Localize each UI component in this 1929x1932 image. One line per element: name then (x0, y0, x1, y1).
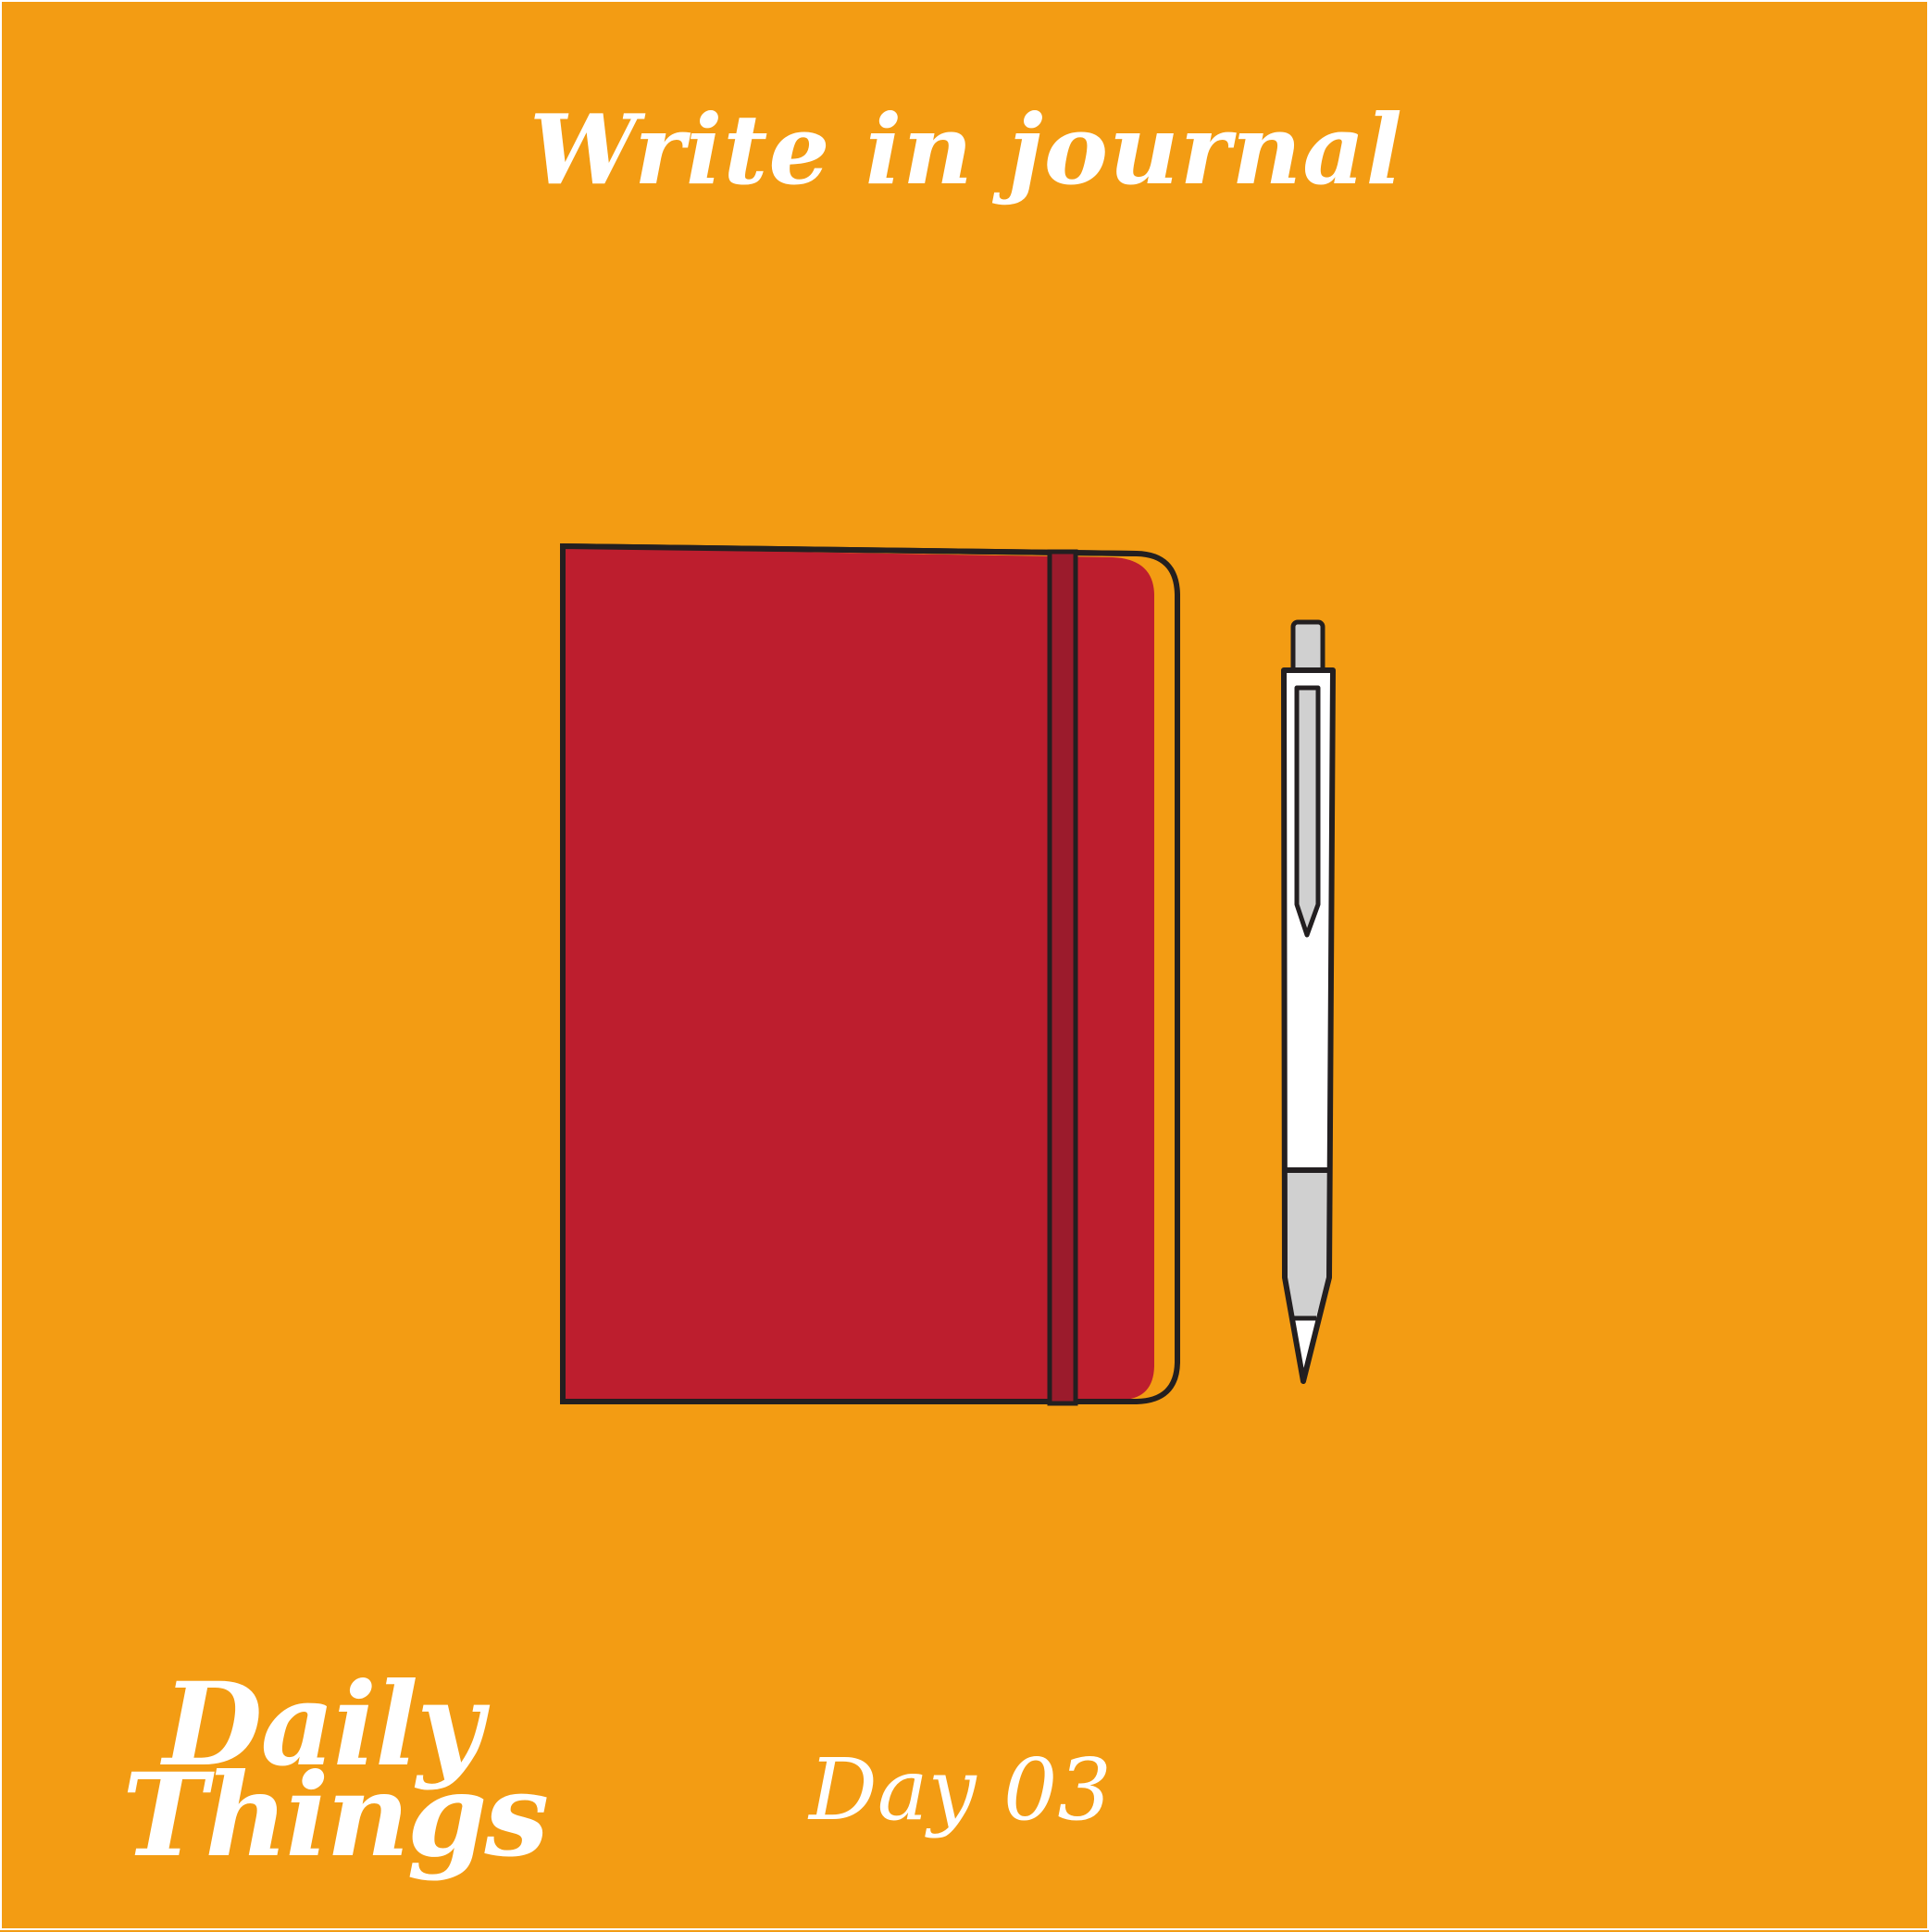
daily-things-logo: Daily Things (111, 1668, 549, 1881)
poster-canvas: Write in journal Daily Things Day 03 (0, 0, 1929, 1930)
pen-icon (1281, 619, 1336, 1384)
logo-line-things: Things (122, 1749, 549, 1883)
illustration (560, 542, 1336, 1406)
journal-icon (560, 542, 1180, 1406)
journal-band (1047, 549, 1078, 1406)
day-label: Day 03 (809, 1740, 1112, 1839)
